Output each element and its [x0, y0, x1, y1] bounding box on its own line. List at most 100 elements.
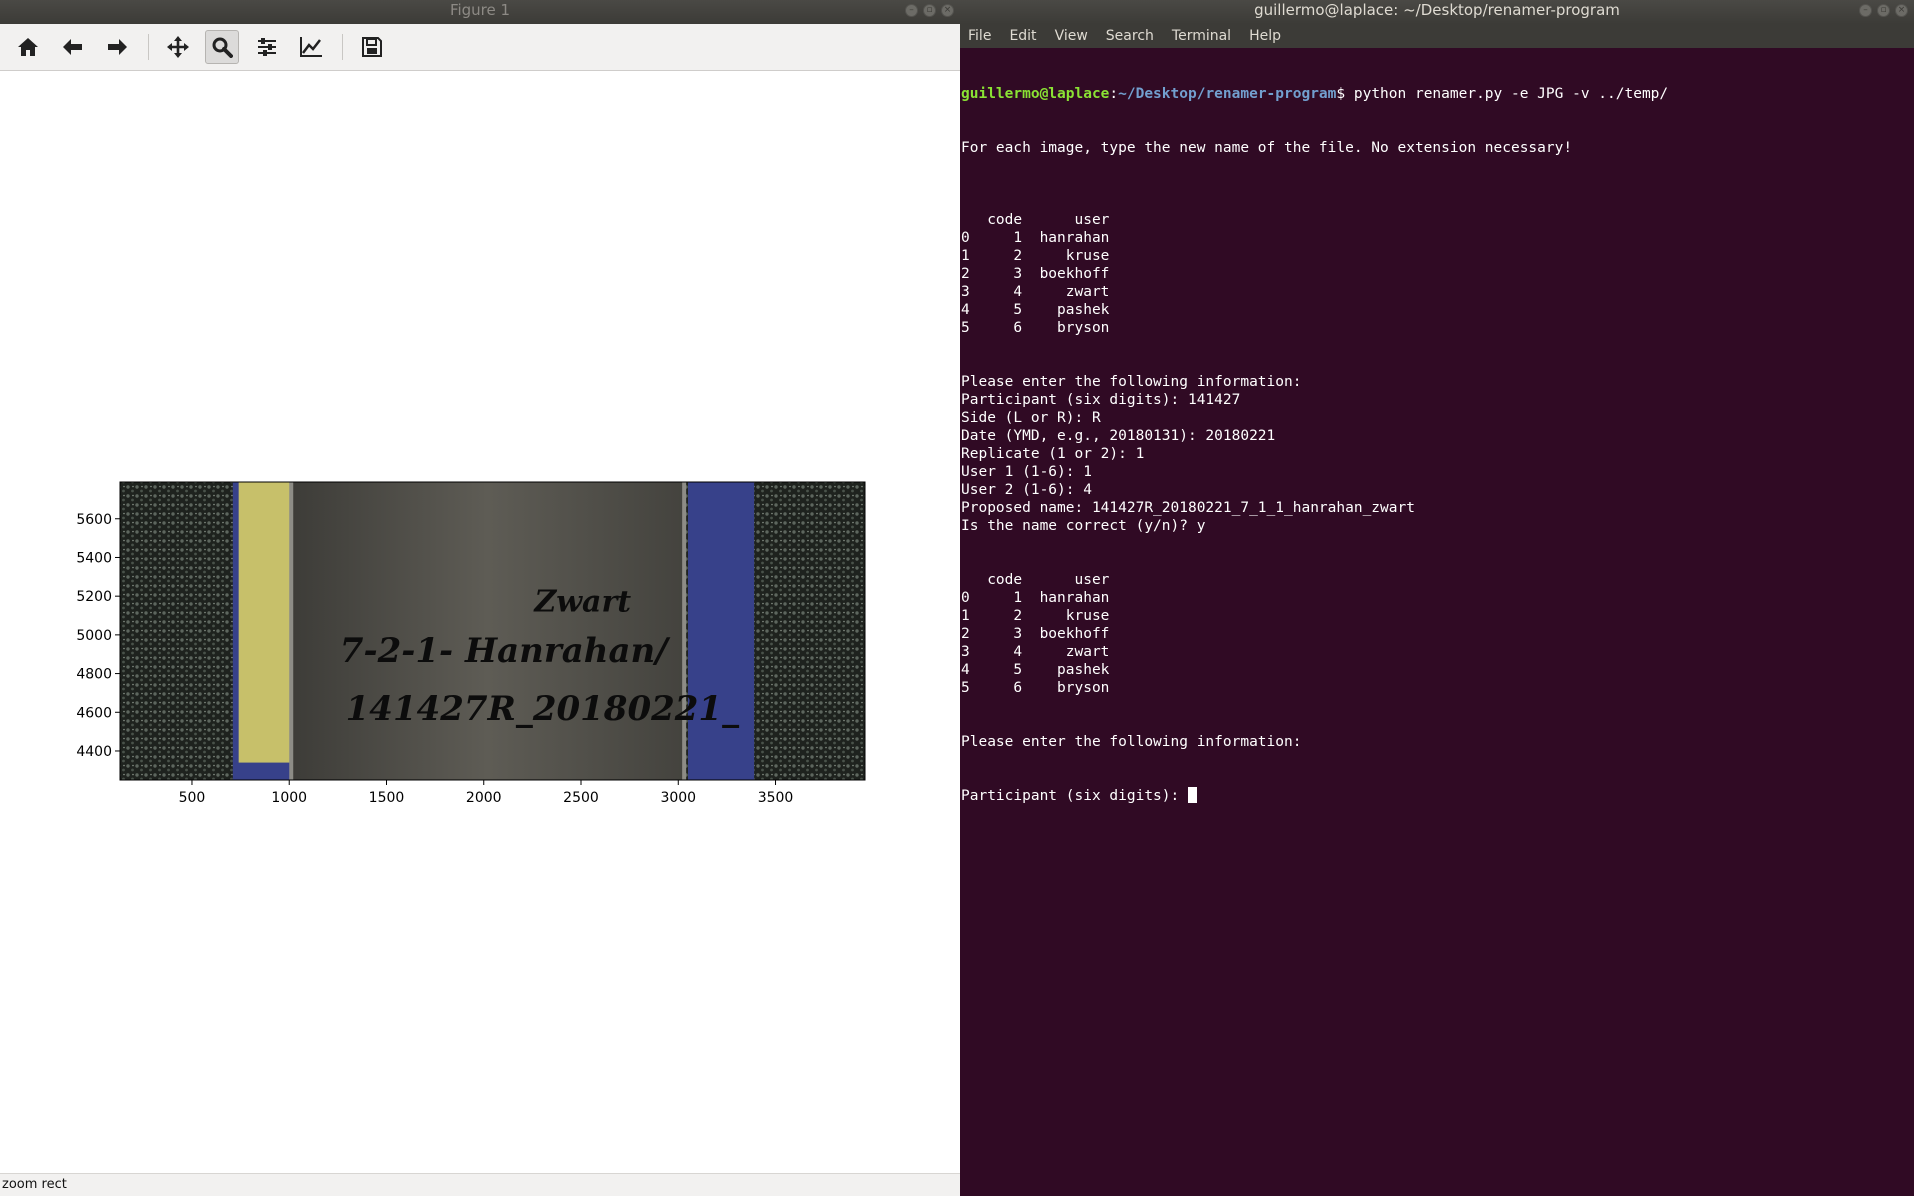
command-text: python renamer.py -e JPG -v ../temp/: [1353, 86, 1669, 102]
x-tick-label: 2000: [466, 790, 502, 806]
carpet-right: [754, 482, 865, 780]
figure-toolbar: [0, 24, 960, 71]
photo-image: 141427R_20180221_ 7-2-1- Hanrahan/ Zwart: [120, 482, 865, 780]
terminal-line: 2 3 boekhoff: [961, 626, 1110, 642]
terminal-output[interactable]: guillermo@laplace:~/Desktop/renamer-prog…: [961, 49, 1914, 1196]
y-tick-label: 5400: [76, 550, 112, 566]
plot-canvas[interactable]: 141427R_20180221_ 7-2-1- Hanrahan/ Zwart…: [0, 71, 960, 1174]
maximize-icon[interactable]: ▫: [1877, 4, 1890, 17]
terminal-window-controls: – ▫ ×: [1859, 4, 1908, 17]
menu-help[interactable]: Help: [1247, 28, 1283, 44]
measuring-tape: [238, 482, 292, 763]
terminal-line: 0 1 hanrahan: [961, 230, 1110, 246]
pan-button[interactable]: [161, 30, 195, 64]
plastic-edge-right: [682, 482, 687, 780]
terminal-line: code user: [961, 212, 1110, 228]
terminal-line: Proposed name: 141427R_20180221_7_1_1_ha…: [961, 500, 1415, 516]
forward-button[interactable]: [100, 30, 134, 64]
terminal-line: For each image, type the new name of the…: [961, 140, 1573, 156]
blue-cloth-right: [687, 482, 755, 780]
menu-file[interactable]: File: [966, 28, 993, 44]
terminal-window: guillermo@laplace: ~/Desktop/renamer-pro…: [960, 0, 1914, 1196]
axes[interactable]: 141427R_20180221_ 7-2-1- Hanrahan/ Zwart…: [0, 71, 960, 1174]
x-tick-label: 1500: [369, 790, 405, 806]
x-tick-label: 3500: [758, 790, 794, 806]
y-tick-label: 5600: [76, 512, 112, 528]
terminal-line: 4 5 pashek: [961, 302, 1110, 318]
terminal-titlebar[interactable]: guillermo@laplace: ~/Desktop/renamer-pro…: [960, 0, 1914, 24]
terminal-line: 1 2 kruse: [961, 248, 1110, 264]
terminal-line: code user: [961, 572, 1110, 588]
zoom-button[interactable]: [205, 30, 239, 64]
prompt-path: ~/Desktop/renamer-program: [1118, 86, 1337, 102]
figure-window: Figure 1 – ▫ × 141427R_20180221_ 7-2-1- …: [0, 0, 960, 1196]
configure-subplots-button[interactable]: [250, 30, 284, 64]
y-tick-label: 5000: [76, 628, 112, 644]
maximize-icon[interactable]: ▫: [923, 4, 936, 17]
configure-subplots-icon: [258, 38, 276, 56]
y-tick-label: 4600: [76, 705, 112, 721]
text-cursor: [1187, 787, 1197, 803]
terminal-line: 0 1 hanrahan: [961, 590, 1110, 606]
home-button[interactable]: [11, 30, 45, 64]
terminal-line: 5 6 bryson: [961, 680, 1110, 696]
command-line: guillermo@laplace:~/Desktop/renamer-prog…: [961, 85, 1914, 103]
menu-edit[interactable]: Edit: [1007, 28, 1038, 44]
figure-title: Figure 1: [449, 1, 511, 19]
x-tick-label: 2500: [563, 790, 599, 806]
terminal-line: User 2 (1-6): 4: [961, 482, 1092, 498]
figure-window-controls: – ▫ ×: [905, 4, 954, 17]
terminal-line: Participant (six digits): 141427: [961, 392, 1241, 408]
figure-titlebar[interactable]: Figure 1 – ▫ ×: [0, 0, 960, 24]
terminal-line: 2 3 boekhoff: [961, 266, 1110, 282]
terminal-line: 4 5 pashek: [961, 662, 1110, 678]
menu-search[interactable]: Search: [1104, 28, 1156, 44]
close-icon[interactable]: ×: [1895, 4, 1908, 17]
toolbar-separator: [342, 34, 343, 60]
terminal-line: 1 2 kruse: [961, 608, 1110, 624]
y-tick-label: 5200: [76, 589, 112, 605]
terminal-lines: For each image, type the new name of the…: [961, 139, 1914, 751]
prompt-end: $: [1336, 86, 1354, 102]
terminal-line: 5 6 bryson: [961, 320, 1110, 336]
minimize-icon[interactable]: –: [1859, 4, 1872, 17]
prompt-separator: :: [1109, 86, 1119, 102]
edit-axis-icon: [300, 37, 322, 57]
terminal-line: Replicate (1 or 2): 1: [961, 446, 1145, 462]
save-button[interactable]: [355, 30, 389, 64]
y-tick-label: 4800: [76, 667, 112, 683]
terminal-line: 3 4 zwart: [961, 284, 1110, 300]
status-text: zoom rect: [2, 1177, 67, 1192]
terminal-line: User 1 (1-6): 1: [961, 464, 1092, 480]
terminal-title: guillermo@laplace: ~/Desktop/renamer-pro…: [1254, 1, 1620, 19]
home-icon: [18, 38, 38, 56]
terminal-line: Side (L or R): R: [961, 410, 1101, 426]
x-tick-label: 3000: [660, 790, 696, 806]
handwriting-line-2: 7-2-1- Hanrahan/: [340, 631, 671, 671]
y-axis-ticks: 4400 4600 4800 5000 5200 5400 5600: [76, 512, 120, 760]
x-tick-label: 1000: [271, 790, 307, 806]
edit-axis-button[interactable]: [294, 30, 328, 64]
back-button[interactable]: [56, 30, 90, 64]
close-icon[interactable]: ×: [941, 4, 954, 17]
x-axis-ticks: 500 1000 1500 2000 2500 3000 3500: [179, 780, 794, 806]
save-icon: [362, 37, 382, 57]
terminal-menubar: File Edit View Search Terminal Help: [960, 24, 1914, 48]
plastic-edge-left: [289, 482, 294, 780]
minimize-icon[interactable]: –: [905, 4, 918, 17]
back-arrow-icon: [63, 39, 82, 55]
menu-terminal[interactable]: Terminal: [1170, 28, 1233, 44]
y-tick-label: 4400: [76, 744, 112, 760]
input-line[interactable]: Participant (six digits):: [961, 787, 1914, 805]
toolbar-separator: [148, 34, 149, 60]
menu-view[interactable]: View: [1053, 28, 1090, 44]
x-tick-label: 500: [179, 790, 206, 806]
